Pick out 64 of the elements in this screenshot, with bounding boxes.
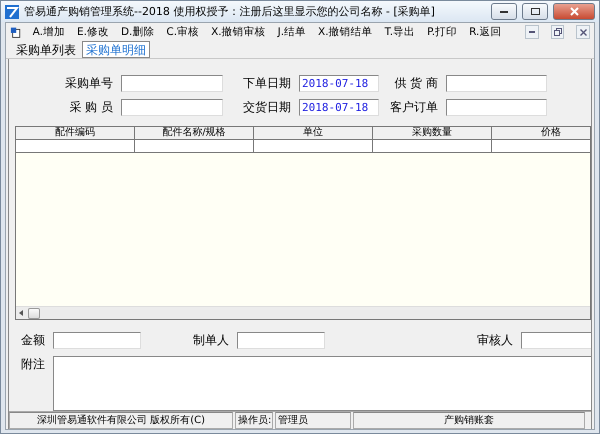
menu-item[interactable]: C.审核 xyxy=(166,25,200,39)
menu-item[interactable]: D.删除 xyxy=(120,25,154,39)
input-field[interactable] xyxy=(121,75,223,92)
menu-item[interactable]: A.增加 xyxy=(32,25,65,39)
input-field[interactable] xyxy=(53,332,141,349)
horizontal-scrollbar[interactable] xyxy=(16,306,590,319)
field-label: 供 货 商 xyxy=(393,75,438,92)
status-text: 产购销账套 xyxy=(353,412,585,429)
field-label: 审核人 xyxy=(477,332,513,349)
document-icon xyxy=(10,26,21,38)
input-field[interactable] xyxy=(446,99,547,116)
close-button[interactable] xyxy=(553,3,595,20)
column-header[interactable]: 单位 xyxy=(254,127,373,140)
menu-item[interactable]: E.修改 xyxy=(76,25,109,39)
table-cell[interactable] xyxy=(16,140,135,153)
scroll-thumb[interactable] xyxy=(28,308,40,318)
table-cell[interactable] xyxy=(492,140,590,153)
column-header[interactable]: 价格 xyxy=(492,127,590,140)
close-icon xyxy=(570,7,578,16)
close-button[interactable] xyxy=(576,25,590,39)
column-header[interactable]: 采购数量 xyxy=(373,127,492,140)
app-logo-icon xyxy=(5,4,19,18)
minimize-icon xyxy=(500,10,508,12)
field-label: 交货日期 xyxy=(242,99,291,116)
field-label: 下单日期 xyxy=(242,75,291,92)
window-title: 管易通产购销管理系统--2018 使用权授予：注册后这里显示您的公司名称 - [采购单] xyxy=(24,4,436,19)
menu-item[interactable]: T.导出 xyxy=(384,25,416,39)
menu-item[interactable]: R.返回 xyxy=(469,25,502,39)
restore-button[interactable] xyxy=(550,25,564,39)
input-field[interactable] xyxy=(237,332,325,349)
restore-icon xyxy=(554,28,562,36)
menu-item[interactable]: P.打印 xyxy=(427,25,458,39)
field-label: 附注 xyxy=(21,356,45,373)
tab[interactable]: 采购单列表 xyxy=(12,41,80,58)
input-field[interactable] xyxy=(446,75,547,92)
menu-item[interactable]: X.撤销审核 xyxy=(211,25,266,39)
close-icon xyxy=(580,28,587,36)
field-label: 采 购 员 xyxy=(68,99,113,116)
table-cell[interactable] xyxy=(373,140,492,153)
table-cell[interactable] xyxy=(254,140,373,153)
status-text: 管理员 xyxy=(275,412,351,429)
column-header[interactable]: 配件名称/规格 xyxy=(135,127,254,140)
input-field[interactable] xyxy=(121,99,223,116)
tab[interactable]: 采购单明细 xyxy=(82,41,150,58)
input-field[interactable]: 2018-07-18 xyxy=(299,99,379,116)
maximize-button[interactable] xyxy=(522,3,548,20)
minimize-icon xyxy=(529,31,536,33)
column-header[interactable]: 配件编码 xyxy=(16,127,135,140)
input-field[interactable] xyxy=(521,332,591,349)
menu-item[interactable]: J.结单 xyxy=(278,25,306,39)
scroll-left-icon[interactable] xyxy=(19,310,24,316)
field-label: 客户订单 xyxy=(389,99,438,116)
input-field[interactable]: 2018-07-18 xyxy=(299,75,379,92)
note-field[interactable] xyxy=(53,356,591,411)
field-label: 金额 xyxy=(21,332,45,349)
minimize-button[interactable] xyxy=(491,3,517,20)
table-cell[interactable] xyxy=(135,140,254,153)
menu-item[interactable]: X.撤销结单 xyxy=(318,25,373,39)
minimize-button[interactable] xyxy=(525,25,539,39)
status-text: 深圳管易通软件有限公司 版权所有(C) xyxy=(9,412,233,429)
field-label: 制单人 xyxy=(193,332,229,349)
field-label: 采购单号 xyxy=(64,75,113,92)
maximize-icon xyxy=(530,8,540,15)
status-text: 操作员: xyxy=(235,412,273,429)
